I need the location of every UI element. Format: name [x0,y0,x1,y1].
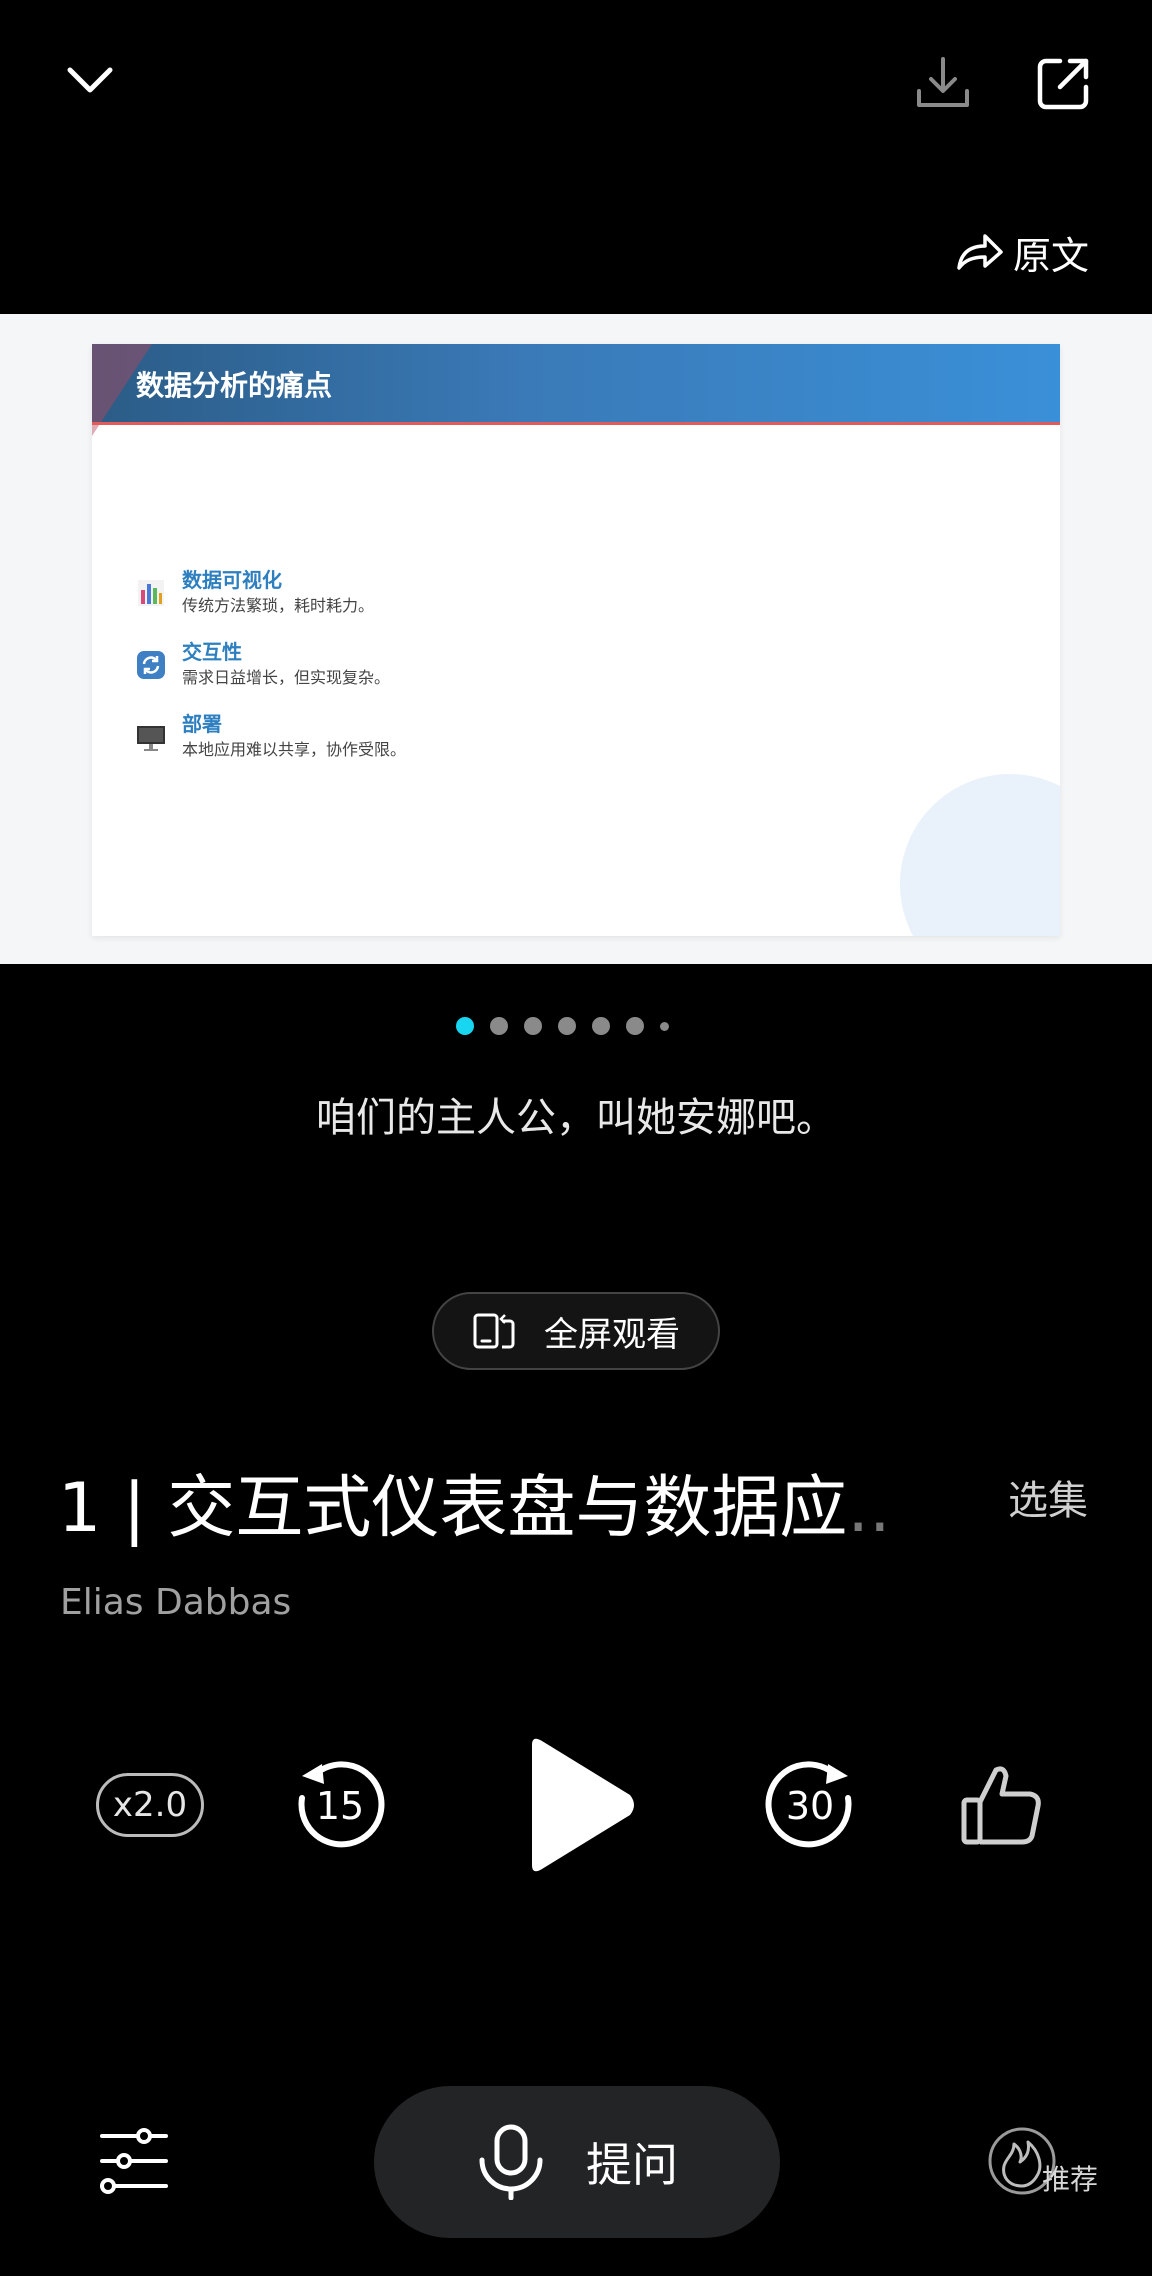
slide-pager [456,1016,669,1036]
like-button[interactable] [960,1762,1044,1848]
microphone-icon [479,2124,543,2200]
bar-chart-icon [138,580,164,606]
playback-speed-button[interactable]: x2.0 [96,1773,204,1837]
fullscreen-label: 全屏观看 [544,1314,680,1355]
slide-header-divider [92,422,1060,425]
episode-title-overflow: .. [847,1469,891,1548]
slide-item-heading: 交互性 [182,640,242,664]
rewind-15-button[interactable]: 15 [294,1758,386,1850]
recommend-button[interactable]: 推荐 [988,2124,1108,2198]
rewind-seconds: 15 [315,1784,365,1828]
pager-dot[interactable] [660,1021,669,1031]
pager-dot-active[interactable] [456,1017,474,1035]
thumbs-up-icon [961,1766,1041,1845]
slide-list-item: 数据可视化 传统方法繁琐，耗时耗力。 [136,566,374,618]
share-button[interactable] [1026,45,1101,120]
play-icon [532,1738,634,1872]
pager-dot[interactable] [524,1017,542,1035]
download-icon [917,56,969,107]
chevron-down-icon [67,67,113,93]
download-button[interactable] [908,45,978,120]
ask-question-label: 提问 [586,2138,678,2192]
episodes-button[interactable]: 选集 [1008,1468,1088,1526]
forward-arrow-icon [957,234,1003,270]
slide-item-text: 本地应用难以共享，协作受限。 [182,740,407,759]
fullscreen-button[interactable]: 全屏观看 [432,1292,720,1370]
pager-dot[interactable] [626,1017,644,1035]
play-button[interactable] [520,1735,640,1875]
author-name: Elias Dabbas [60,1582,292,1623]
slide-item-heading: 部署 [182,712,222,736]
original-text-button[interactable]: 原文 [955,220,1089,284]
monitor-icon [137,726,165,751]
episode-title-text: 1 | 交互式仪表盘与数据应 [58,1469,848,1548]
collapse-button[interactable] [55,45,125,115]
slide-title: 数据分析的痛点 [136,369,333,402]
sliders-icon [100,2128,168,2194]
forward-30-button[interactable]: 30 [764,1758,856,1850]
rotate-screen-icon [473,1313,515,1349]
slide-item-heading: 数据可视化 [182,568,282,592]
refresh-icon [137,651,165,679]
settings-button[interactable] [98,2126,170,2196]
slide-item-text: 需求日益增长，但实现复杂。 [182,668,391,687]
recommend-label: 推荐 [1042,2163,1099,2196]
episode-title: 1 | 交互式仪表盘与数据应.. [58,1452,948,1551]
slide-list-item: 交互性 需求日益增长，但实现复杂。 [136,638,390,690]
slide-list-item: 部署 本地应用难以共享，协作受限。 [136,710,406,762]
forward-seconds: 30 [785,1784,835,1828]
slide-circle-decoration [900,774,1060,936]
pager-dot[interactable] [490,1017,508,1035]
caption-text: 咱们的主人公，叫她安娜吧。 [316,1095,836,1141]
slide-page: 数据分析的痛点 数据可视化 传统方法繁琐，耗时耗力。 交互性 需求日益增长，但实… [92,344,1060,936]
pager-dot[interactable] [592,1017,610,1035]
slide-item-text: 传统方法繁琐，耗时耗力。 [182,596,375,615]
share-icon [1037,58,1088,109]
original-text-label: 原文 [1013,233,1090,278]
pager-dot[interactable] [558,1017,576,1035]
ask-question-button[interactable]: 提问 [374,2086,780,2238]
